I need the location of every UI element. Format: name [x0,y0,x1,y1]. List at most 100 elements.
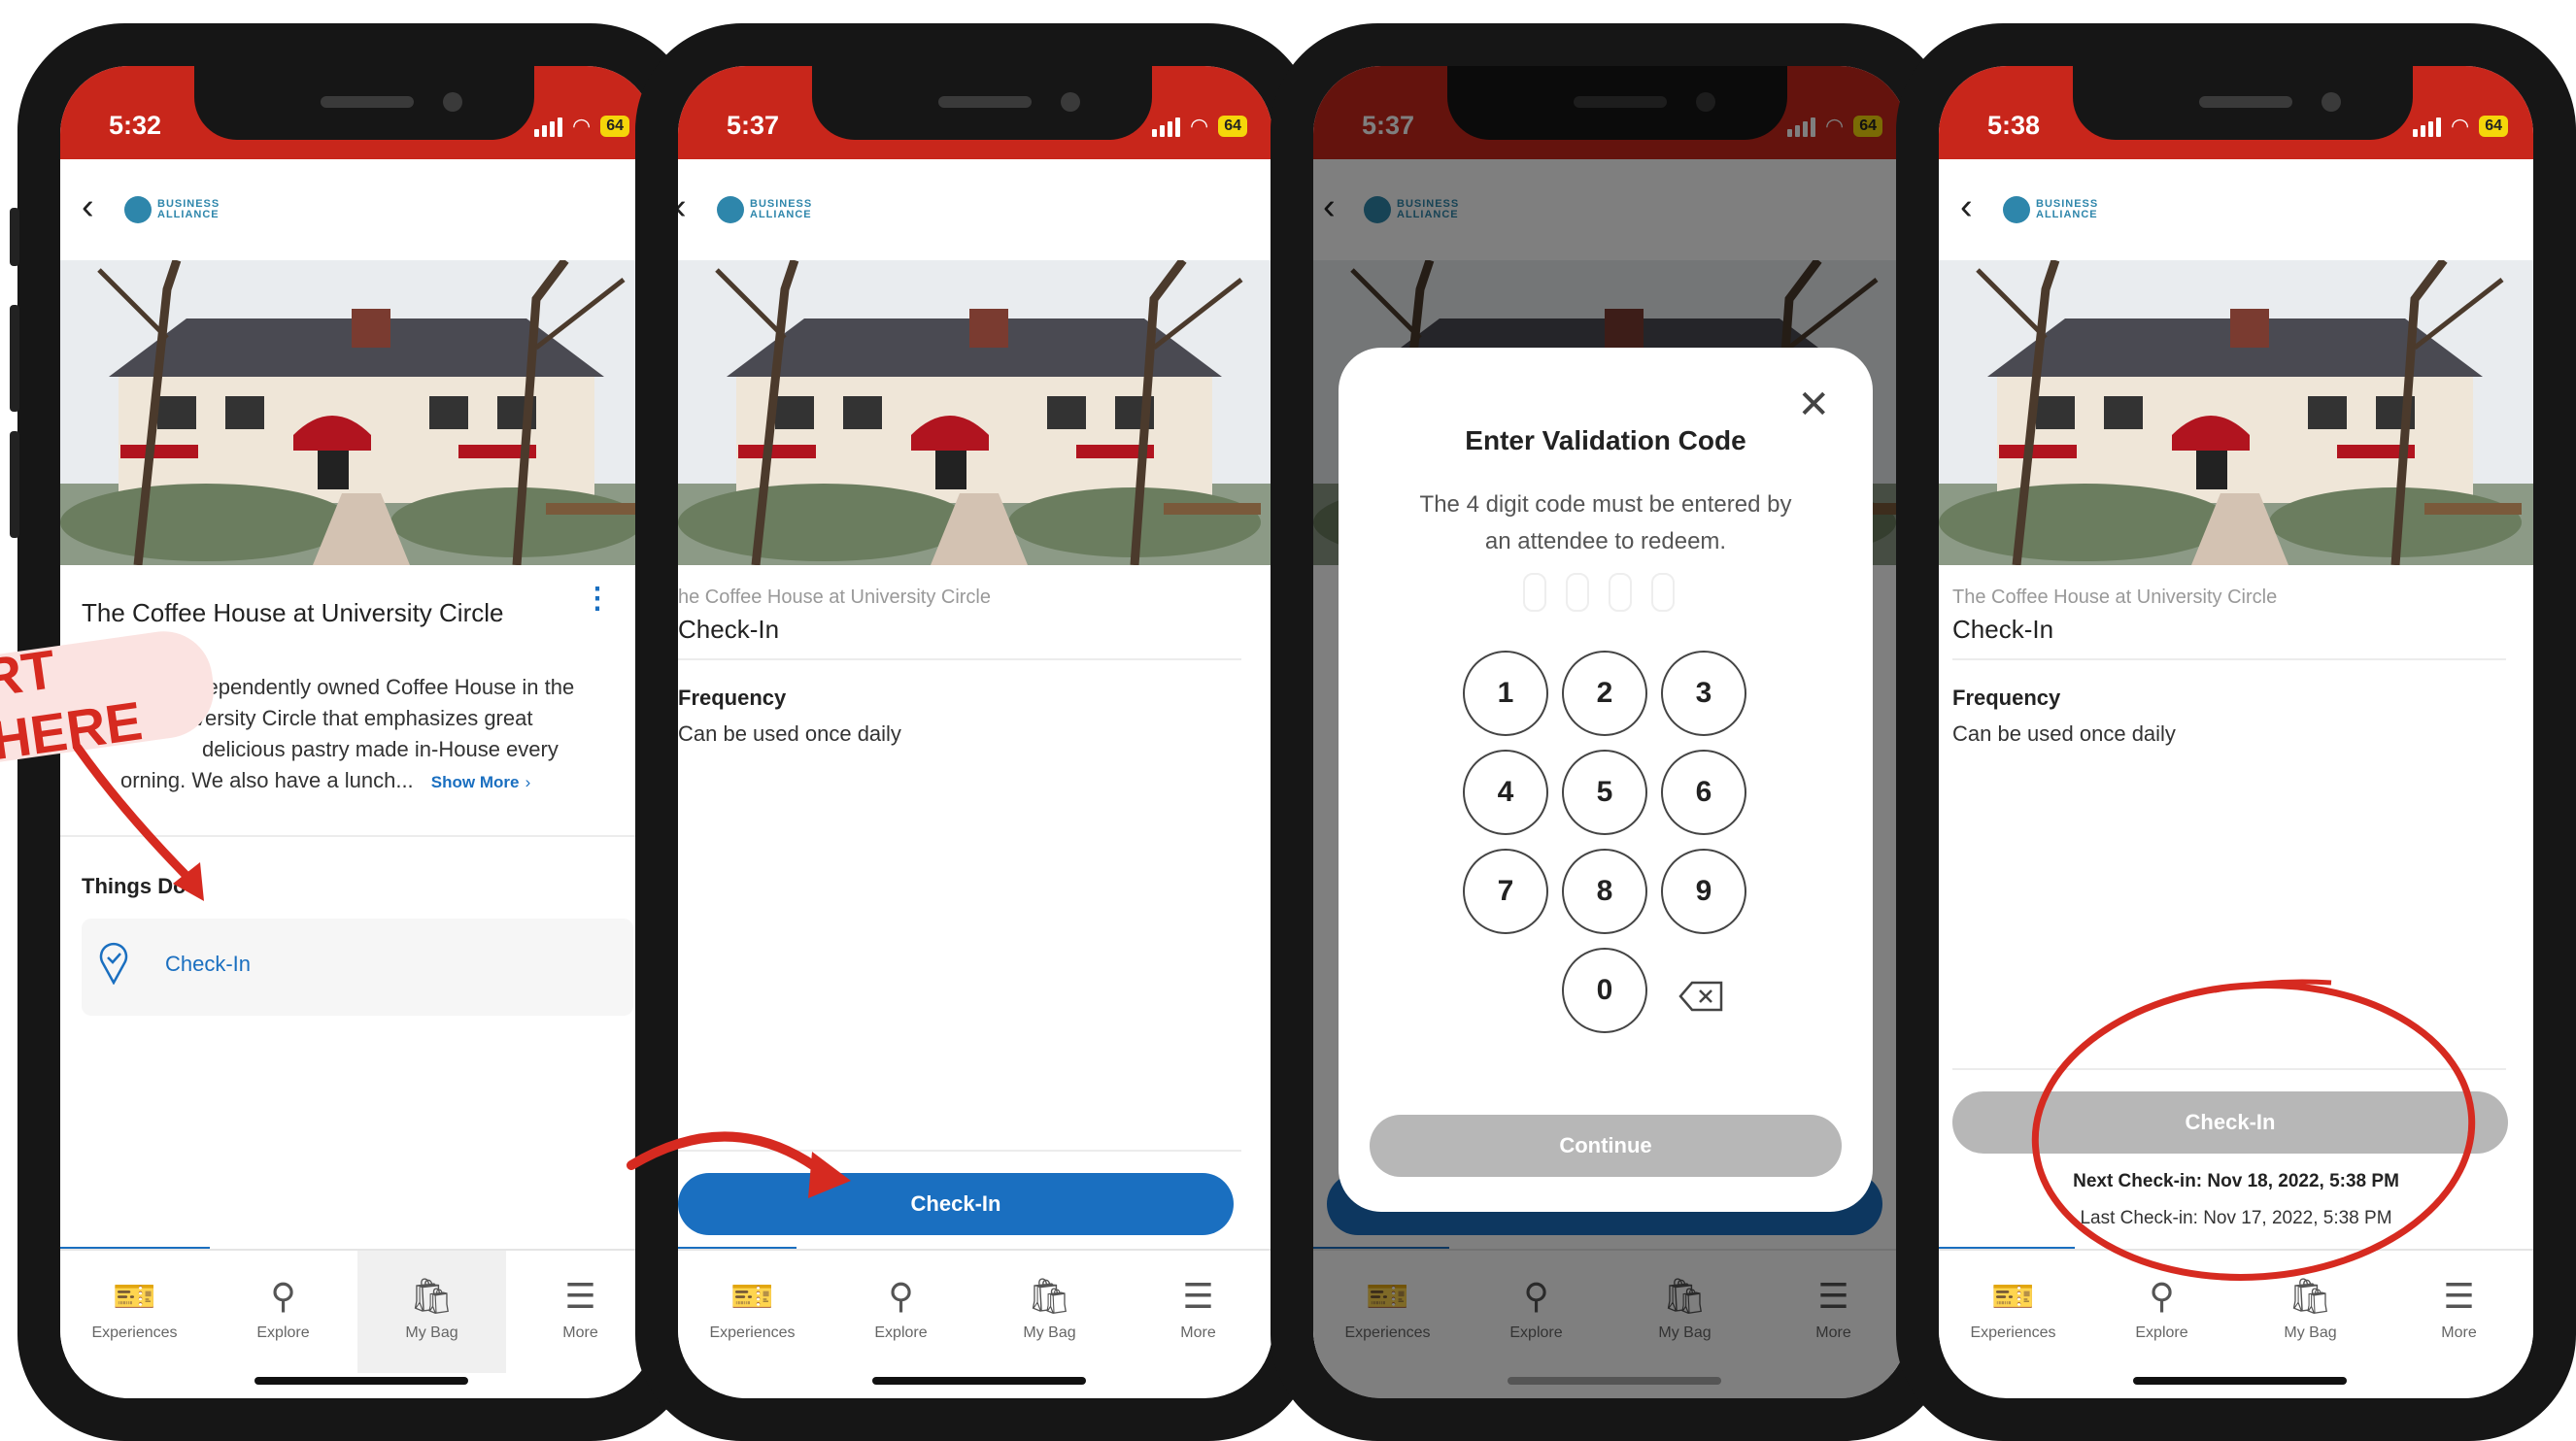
tab-label: Experiences [709,1324,796,1341]
battery-icon: 64 [2479,116,2508,137]
annotation-arrow [627,1131,851,1198]
tab-label: More [1180,1324,1216,1341]
key-5[interactable]: 5 [1562,750,1647,835]
app-header: ‹ BUSINESSALLIANCE [1939,159,2533,260]
app-header: ‹ BUSINESSALLIANCE [678,159,1272,260]
vertical-dots-icon[interactable]: ⋮ [583,585,612,614]
tab-my-bag[interactable]: 🛍 My Bag [357,1251,506,1373]
chevron-left-icon[interactable]: ‹ [82,186,94,228]
battery-icon: 64 [600,116,629,137]
key-9[interactable]: 9 [1661,849,1746,934]
checkin-label: Check-In [165,952,252,976]
shopping-bag-icon: 🛍 [409,1276,455,1316]
status-bar: 5:38 ◠ 64 [1939,66,2533,159]
key-8[interactable]: 8 [1562,849,1647,934]
tab-more[interactable]: ☰ More [1124,1251,1272,1373]
modal-text: The 4 digit code must be entered by [1419,491,1792,518]
close-icon[interactable]: ✕ [1797,383,1830,427]
status-bar: 5:37 ◠ 64 [678,66,1272,159]
tab-bar: 🎫 Experiences ⚲ Explore 🛍 My Bag ☰ More [60,1249,655,1373]
tab-label: More [562,1324,598,1341]
key-7[interactable]: 7 [1463,849,1548,934]
frequency-label: Frequency [1952,686,2061,710]
compass-icon: ⚲ [270,1276,296,1316]
business-alliance-logo: BUSINESSALLIANCE [717,196,812,223]
shopping-bag-icon: 🛍 [1027,1276,1072,1316]
key-4[interactable]: 4 [1463,750,1548,835]
status-time: 5:38 [1987,111,2041,140]
signal-icon [534,116,562,137]
frequency-value: Can be used once daily [678,721,901,746]
description-line: delicious pastry made in-House every [202,737,559,761]
business-alliance-logo: BUSINESSALLIANCE [124,196,220,223]
venue-name: he Coffee House at University Circle [678,586,991,608]
tab-label: My Bag [1023,1324,1076,1341]
ticket-icon: 🎫 [730,1276,774,1316]
tab-label: More [2441,1324,2477,1341]
wifi-icon: ◠ [572,114,592,138]
tab-label: Explore [256,1324,310,1341]
status-bar: 5:32 ◠ 64 [60,66,655,159]
description: ndependently owned Coffee House in the [183,675,575,699]
menu-icon: ☰ [1182,1276,1214,1316]
content: The Coffee House at University Circle Ch… [1939,565,2533,750]
key-3[interactable]: 3 [1661,651,1746,736]
home-indicator [872,1377,1086,1385]
frequency-value: Can be used once daily [1952,721,2176,746]
venue-photo [1939,260,2533,565]
compass-icon: ⚲ [888,1276,914,1316]
tab-experiences[interactable]: 🎫 Experiences [60,1251,209,1373]
key-6[interactable]: 6 [1661,750,1746,835]
show-more-link[interactable]: Show More [431,773,520,791]
home-indicator [2133,1377,2347,1385]
key-2[interactable]: 2 [1562,651,1647,736]
annotation-ellipse [2031,979,2476,1281]
ticket-icon: 🎫 [113,1276,156,1316]
screen-3: 5:37 ◠ 64 ‹ BUSINESSALLIANCE 🎫Experience… [1313,66,1908,1398]
home-indicator [254,1377,468,1385]
app-header: ‹ BUSINESSALLIANCE [60,159,655,260]
battery-icon: 64 [1218,116,1247,137]
wifi-icon: ◠ [1190,114,1209,138]
backspace-icon[interactable] [1678,981,1723,1012]
phone-2: 5:37 ◠ 64 ‹ BUSINESSALLIANCE he Coffee H… [635,23,1315,1441]
tab-bar: 🎫 Experiences ⚲ Explore 🛍 My Bag ☰ More [678,1249,1272,1373]
tab-more[interactable]: ☰ More [506,1251,655,1373]
tab-label: Explore [2135,1324,2188,1341]
tab-explore[interactable]: ⚲ Explore [827,1251,975,1373]
page-title: Check-In [678,615,780,644]
venue-photo [678,260,1272,565]
continue-button[interactable]: Continue [1370,1115,1842,1177]
menu-icon: ☰ [564,1276,596,1316]
chevron-left-icon[interactable]: ‹ [1960,186,1973,228]
chevron-left-icon[interactable]: ‹ [678,186,687,228]
tab-experiences[interactable]: 🎫 Experiences [678,1251,827,1373]
page-title: Check-In [1952,615,2054,644]
tab-explore[interactable]: ⚲ Explore [209,1251,357,1373]
tab-my-bag[interactable]: 🛍 My Bag [975,1251,1124,1373]
modal-text: an attendee to redeem. [1484,528,1727,554]
tab-label: My Bag [405,1324,458,1341]
annotation-arrow [73,743,204,901]
tab-label: Experiences [91,1324,178,1341]
description-line: versity Circle that emphasizes great [194,706,533,730]
signal-icon [2413,116,2441,137]
status-time: 5:37 [727,111,780,140]
venue-photo [60,260,655,565]
chevron-right-icon: › [525,773,531,791]
code-input[interactable] [1523,573,1675,612]
wifi-icon: ◠ [2451,114,2470,138]
content: he Coffee House at University Circle Che… [678,565,1272,750]
modal-title: Enter Validation Code [1465,425,1746,455]
home-indicator [1508,1377,1721,1385]
tab-label: Explore [874,1324,928,1341]
map-pin-check-icon [99,942,128,986]
key-1[interactable]: 1 [1463,651,1548,736]
key-0[interactable]: 0 [1562,948,1647,1033]
phone-3: 5:37 ◠ 64 ‹ BUSINESSALLIANCE 🎫Experience… [1271,23,1950,1441]
signal-icon [1152,116,1180,137]
frequency-label: Frequency [678,686,787,710]
status-time: 5:32 [109,111,162,140]
tab-label: Experiences [1970,1324,2056,1341]
checkin-item[interactable]: Check-In [82,919,633,1016]
